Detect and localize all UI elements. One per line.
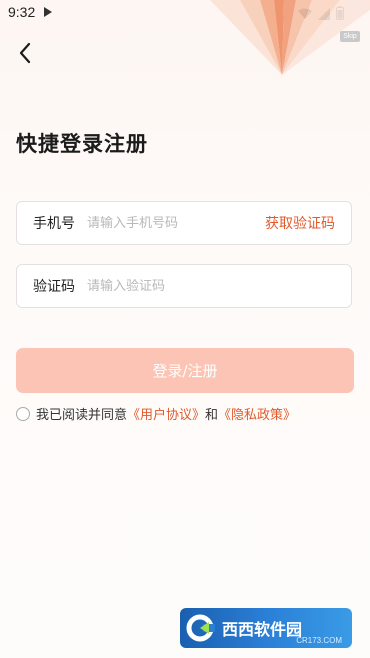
status-time: 9:32 bbox=[8, 4, 36, 20]
user-agreement-link[interactable]: 《用户协议》 bbox=[127, 404, 205, 423]
skip-badge[interactable]: Skip bbox=[340, 31, 360, 42]
code-input[interactable] bbox=[87, 278, 351, 294]
phone-label: 手机号 bbox=[33, 216, 75, 232]
signal-icon bbox=[318, 5, 330, 24]
phone-input[interactable] bbox=[87, 215, 265, 231]
code-field: 验证码 bbox=[16, 264, 352, 308]
watermark-url: CR173.COM bbox=[296, 636, 342, 645]
status-bar: 9:32 bbox=[0, 0, 370, 26]
page-title: 快捷登录注册 bbox=[16, 132, 148, 156]
agreement-prefix: 我已阅读并同意 bbox=[36, 408, 128, 423]
agreement-row: 我已阅读并同意 《用户协议》 和 《隐私政策》 bbox=[16, 404, 296, 423]
chevron-left-icon bbox=[19, 42, 31, 64]
watermark-c-icon bbox=[180, 608, 220, 648]
status-icons bbox=[298, 5, 344, 24]
login-register-button[interactable]: 登录/注册 bbox=[16, 348, 354, 393]
play-icon bbox=[44, 7, 52, 17]
watermark-logo: 西西软件园 CR173.COM bbox=[180, 608, 352, 648]
battery-icon bbox=[336, 5, 344, 24]
wifi-icon bbox=[298, 5, 312, 24]
privacy-policy-link[interactable]: 《隐私政策》 bbox=[218, 404, 296, 423]
get-code-button[interactable]: 获取验证码 bbox=[265, 213, 351, 233]
agreement-conjunction: 和 bbox=[205, 408, 219, 423]
back-button[interactable] bbox=[12, 40, 38, 66]
agreement-checkbox[interactable] bbox=[16, 406, 30, 421]
phone-field: 手机号 获取验证码 bbox=[16, 201, 352, 245]
code-label: 验证码 bbox=[33, 279, 75, 295]
watermark-name: 西西软件园 bbox=[222, 620, 303, 639]
